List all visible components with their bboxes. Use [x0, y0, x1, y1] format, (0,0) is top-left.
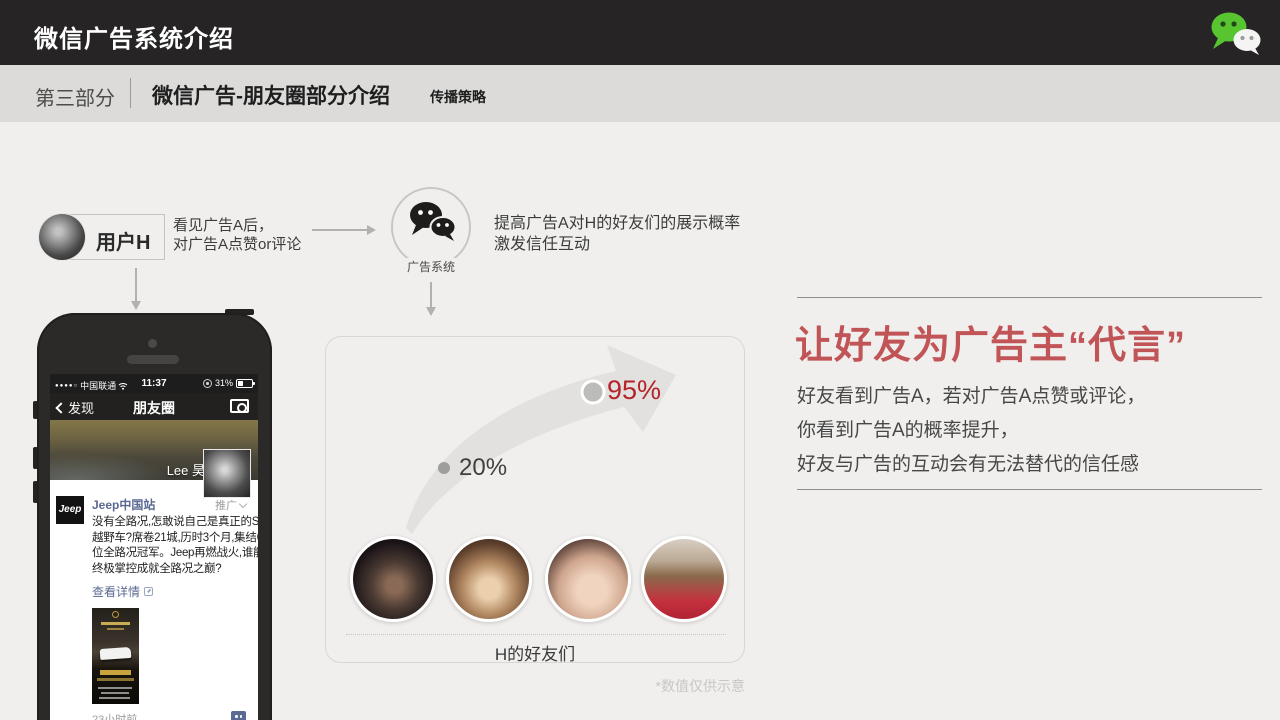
friend-avatar-3	[545, 536, 631, 622]
flow-arrow-down-system-icon	[430, 282, 432, 308]
friend-avatar-4	[641, 536, 727, 622]
phone-screen: ●●●●○ 中国联通 11:37 31% 发现 朋友圈	[50, 374, 258, 720]
high-probability-value: 95%	[607, 375, 661, 406]
system-result-text: 提高广告A对H的好友们的展示概率 激发信任互动	[494, 213, 740, 255]
system-result-line2: 激发信任互动	[494, 234, 740, 255]
footnote: *数值仅供示意	[495, 676, 745, 696]
callout-line1: 好友看到广告A，若对广告A点赞或评论，	[797, 380, 1145, 414]
probability-chart-panel: 20% 95% H的好友们	[325, 336, 745, 663]
ad-copy-line1: 没有全路况,怎敢说自己是真正的SUV	[92, 515, 248, 531]
flow-arrow-right-icon	[312, 229, 368, 231]
like-comment-button-icon[interactable]	[231, 711, 246, 720]
header-bar: 微信广告系统介绍	[0, 0, 1280, 65]
profile-avatar[interactable]	[204, 450, 250, 497]
chevron-left-icon	[55, 402, 66, 413]
back-label: 发现	[68, 398, 94, 417]
post-timestamp: 23小时前	[92, 714, 137, 720]
system-result-line1: 提高广告A对H的好友们的展示概率	[494, 213, 740, 234]
status-bar: ●●●●○ 中国联通 11:37 31%	[50, 374, 258, 393]
carrier-label: 中国联通	[80, 379, 116, 392]
sponsored-tag[interactable]: 推广	[215, 497, 246, 513]
section-title: 微信广告-朋友圈部分介绍	[152, 80, 390, 110]
user-action-line1: 看见广告A后，	[173, 216, 301, 235]
moments-title: 朋友圈	[133, 398, 175, 418]
flow-arrow-down-user-icon	[135, 268, 137, 302]
camera-button-icon[interactable]	[230, 399, 249, 413]
slide: 微信广告系统介绍 第三部分 微信广告-朋友圈部分介绍 传播策略 用户H 看见广告…	[0, 0, 1280, 720]
link-icon	[144, 587, 153, 596]
callout-title: 让好友为广告主“代言”	[795, 314, 1186, 369]
friend-avatar-1	[350, 536, 436, 622]
status-left: ●●●●○ 中国联通	[55, 379, 128, 392]
ad-system-label: 广告系统	[402, 258, 460, 275]
page-title: 微信广告系统介绍	[34, 19, 234, 54]
chart-caption: H的好友们	[326, 640, 744, 665]
rotation-lock-icon	[203, 379, 212, 388]
sponsored-tag-label: 推广	[215, 497, 237, 513]
section-number: 第三部分	[35, 82, 115, 111]
callout-body: 好友看到广告A，若对广告A点赞或评论， 你看到广告A的概率提升， 好友与广告的互…	[797, 380, 1145, 482]
battery-percent-label: 31%	[215, 378, 233, 388]
user-action-line2: 对广告A点赞or评论	[173, 235, 301, 254]
low-probability-value: 20%	[459, 454, 507, 482]
callout-rule-bottom	[797, 489, 1262, 490]
status-right: 31%	[203, 378, 253, 388]
back-button[interactable]: 发现	[57, 398, 94, 417]
wifi-icon	[118, 382, 128, 390]
callout-rule-top	[797, 297, 1262, 298]
ad-poster-image[interactable]	[92, 608, 139, 704]
friend-avatar-2	[446, 536, 532, 622]
section-tag: 传播策略	[430, 87, 486, 107]
chart-divider	[346, 634, 726, 635]
wechat-logo-icon	[1206, 10, 1264, 56]
profile-name: Lee 昊	[167, 460, 205, 479]
phone-speaker	[127, 355, 179, 364]
clock-label: 11:37	[141, 378, 166, 389]
section-divider	[130, 78, 131, 108]
user-h-avatar	[39, 214, 85, 260]
callout-line2: 你看到广告A的概率提升，	[797, 414, 1145, 448]
advertiser-name[interactable]: Jeep中国站	[92, 498, 155, 512]
ad-copy: 没有全路况,怎敢说自己是真正的SUV 越野车?席卷21城,历时3个月,集结66 …	[92, 515, 248, 577]
moments-nav-bar: 发现 朋友圈	[50, 393, 258, 420]
view-details-label: 查看详情	[92, 583, 140, 600]
user-h-label: 用户H	[96, 226, 150, 255]
view-details-link[interactable]: 查看详情	[92, 583, 248, 600]
wechat-black-logo-icon	[406, 200, 458, 242]
section-bar: 第三部分 微信广告-朋友圈部分介绍 传播策略	[0, 65, 1280, 122]
chevron-down-icon	[239, 499, 247, 507]
battery-icon	[236, 379, 253, 388]
advertiser-logo: Jeep	[56, 496, 84, 524]
callout-line3: 好友与广告的互动会有无法替代的信任感	[797, 448, 1145, 482]
phone-front-camera	[148, 339, 157, 348]
sponsored-post: Jeep Jeep中国站 推广 没有全路况,怎敢说自己是真正的SUV 越野车?席…	[50, 480, 258, 720]
ad-copy-line2: 越野车?席卷21城,历时3个月,集结66	[92, 531, 248, 547]
ad-copy-line3: 位全路况冠军。Jeep再燃战火,谁能以	[92, 546, 248, 562]
user-action-text: 看见广告A后， 对广告A点赞or评论	[173, 216, 301, 254]
signal-dots-icon: ●●●●○	[55, 383, 78, 389]
ad-copy-line4: 终极掌控成就全路况之巅?	[92, 562, 248, 578]
